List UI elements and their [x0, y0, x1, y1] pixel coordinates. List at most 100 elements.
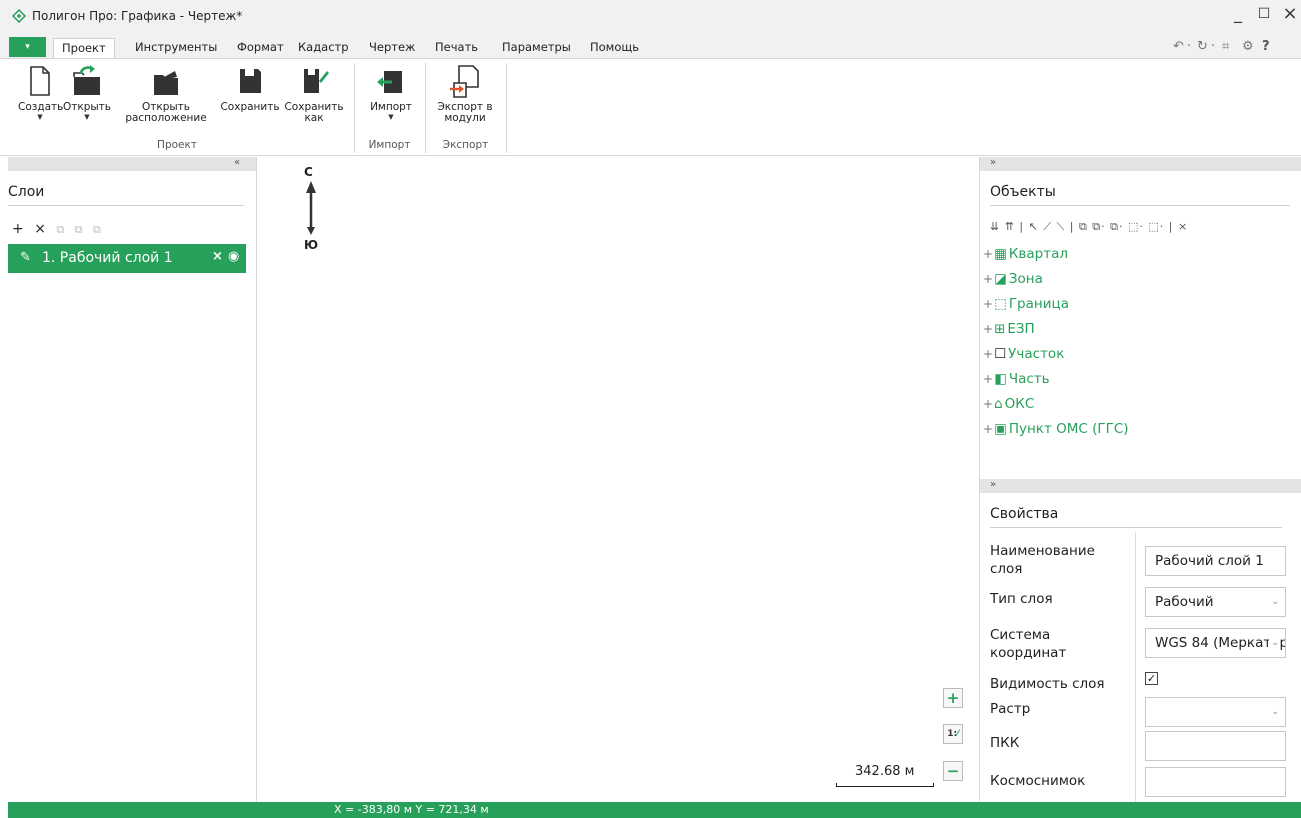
- crs-label: Система координат: [990, 627, 1067, 661]
- tree-item-punkt-oms[interactable]: +▣ Пункт ОМС (ГГС): [983, 421, 1129, 437]
- fit-icon[interactable]: ⌗: [1222, 39, 1229, 54]
- minimize-button[interactable]: _: [1227, 4, 1249, 24]
- zoom-in-button[interactable]: +: [943, 688, 963, 708]
- move-layer-up-icon[interactable]: ⧉: [75, 223, 83, 236]
- tree-item-label: Квартал: [1008, 246, 1068, 262]
- collapse-panel-button[interactable]: «: [234, 157, 240, 169]
- expand-node-icon[interactable]: +: [983, 372, 993, 386]
- expand-properties-button[interactable]: »: [990, 479, 996, 491]
- tree-item-label: Пункт ОМС (ГГС): [1008, 421, 1129, 437]
- part-icon: ◧: [994, 371, 1007, 387]
- import-icon: [377, 71, 402, 93]
- save-button[interactable]: Сохранить: [219, 63, 281, 113]
- visibility-checkbox[interactable]: ✓: [1145, 672, 1158, 685]
- title-bar: Полигон Про: Графика - Чертеж* _ ☐ ×: [0, 0, 1301, 34]
- north-label: С: [304, 165, 313, 179]
- settings-icon[interactable]: ⚙: [1242, 39, 1254, 54]
- separator-dot: ·: [1211, 39, 1216, 54]
- expand-node-icon[interactable]: +: [983, 397, 993, 411]
- pkk-field[interactable]: [1145, 731, 1286, 761]
- tab-cadastre[interactable]: Кадастр: [290, 38, 357, 58]
- tab-project[interactable]: Проект: [53, 38, 115, 59]
- properties-panel-header: »: [980, 479, 1301, 493]
- zone-icon: ◪: [994, 271, 1007, 287]
- save-as-icon: [304, 69, 329, 93]
- tree-item-chast[interactable]: +◧ Часть: [983, 371, 1050, 387]
- layer-name: 1. Рабочий слой 1: [42, 250, 173, 266]
- tab-parameters[interactable]: Параметры: [494, 38, 579, 58]
- tab-help[interactable]: Помощь: [582, 38, 647, 58]
- move-layer-down-icon[interactable]: ⧉: [93, 223, 101, 236]
- layers-panel-header: «: [8, 157, 256, 171]
- visibility-label: Видимость слоя: [990, 676, 1105, 692]
- tree-item-zona[interactable]: +◪ Зона: [983, 271, 1043, 287]
- help-icon[interactable]: ?: [1262, 39, 1270, 54]
- tab-drawing[interactable]: Чертеж: [361, 38, 423, 58]
- delete-layer-icon[interactable]: ×: [34, 221, 46, 237]
- maximize-button[interactable]: ☐: [1253, 6, 1275, 26]
- redo-icon[interactable]: ↻: [1197, 39, 1208, 54]
- raster-label: Растр: [990, 701, 1031, 717]
- save-as-button[interactable]: Сохранить как: [283, 63, 345, 124]
- selection-pointer: [246, 251, 253, 265]
- expand-node-icon[interactable]: +: [983, 272, 993, 286]
- create-button[interactable]: Создать ▼: [18, 63, 64, 121]
- scale-ratio-label: 1:: [947, 729, 958, 739]
- properties-title: Свойства: [990, 506, 1059, 522]
- crs-value: WGS 84 (Меркатор): [1155, 635, 1286, 651]
- pencil-icon: ✎: [20, 250, 31, 265]
- create-label: Создать: [18, 101, 64, 113]
- tree-item-kvartal[interactable]: +▦ Квартал: [983, 246, 1068, 262]
- expand-node-icon[interactable]: +: [983, 297, 993, 311]
- objects-toolbar[interactable]: ⇊ ⇈ | ↖ ⟋ ⟍ | ⧉ ⧉· ⧉· ⬚· ⬚· | ×: [990, 220, 1188, 234]
- ribbon-tabs: ▾ Проект Инструменты Формат Кадастр Черт…: [0, 34, 1301, 59]
- satellite-label: Космоснимок: [990, 773, 1086, 789]
- export-label-2: модули: [444, 112, 486, 124]
- tab-format[interactable]: Формат: [229, 38, 292, 58]
- expand-node-icon[interactable]: +: [983, 247, 993, 261]
- title-underline: [990, 527, 1282, 528]
- layer-type-select[interactable]: Рабочий ⌄: [1145, 587, 1286, 617]
- zoom-out-button[interactable]: −: [943, 761, 963, 781]
- map-canvas[interactable]: [257, 157, 979, 802]
- add-layer-icon[interactable]: +: [12, 221, 24, 237]
- open-button[interactable]: Открыть ▼: [62, 63, 112, 121]
- tree-item-uchastok[interactable]: +☐ Участок: [983, 346, 1064, 362]
- layer-name-field[interactable]: Рабочий слой 1: [1145, 546, 1286, 576]
- tree-item-ezp[interactable]: +⊞ ЕЗП: [983, 321, 1035, 337]
- scale-bar-label: 342.68 м: [855, 764, 915, 779]
- copy-layer-icon[interactable]: ⧉: [56, 223, 64, 236]
- import-button[interactable]: Импорт ▼: [364, 63, 418, 121]
- remove-layer-icon[interactable]: ×: [212, 249, 223, 264]
- undo-icon[interactable]: ↶: [1173, 39, 1184, 54]
- eye-icon[interactable]: ◉: [228, 249, 239, 264]
- chevron-down-icon: ⌄: [1271, 707, 1279, 717]
- objects-panel-header: »: [980, 157, 1301, 171]
- export-icon: [450, 65, 479, 98]
- expand-objects-button[interactable]: »: [990, 157, 996, 169]
- expand-node-icon[interactable]: +: [983, 422, 993, 436]
- tab-print[interactable]: Печать: [427, 38, 486, 58]
- folder-icon: [154, 71, 178, 95]
- raster-select[interactable]: ⌄: [1145, 697, 1286, 727]
- group-separator: [506, 63, 507, 153]
- export-to-modules-button[interactable]: Экспорт в модули: [432, 63, 498, 124]
- scale-ratio-button[interactable]: 1:⁄: [943, 724, 963, 744]
- import-label: Импорт: [370, 101, 412, 113]
- crs-select[interactable]: WGS 84 (Меркатор) ⌄: [1145, 628, 1286, 658]
- title-underline: [990, 205, 1290, 206]
- tree-item-granitsa[interactable]: +⬚ Граница: [983, 296, 1069, 312]
- tab-tools[interactable]: Инструменты: [127, 38, 225, 58]
- tree-item-oks[interactable]: +⌂ ОКС: [983, 396, 1034, 412]
- satellite-field[interactable]: [1145, 767, 1286, 797]
- expand-node-icon[interactable]: +: [983, 347, 993, 361]
- expand-node-icon[interactable]: +: [983, 322, 993, 336]
- layer-item[interactable]: ✎ 1. Рабочий слой 1 × ◉: [8, 244, 253, 273]
- app-menu-button[interactable]: ▾: [9, 37, 46, 57]
- pencil-icon: ⁄: [957, 729, 959, 739]
- close-button[interactable]: ×: [1279, 3, 1301, 24]
- south-label: Ю: [304, 238, 319, 252]
- layer-type-label: Тип слоя: [990, 591, 1053, 607]
- tree-item-label: Зона: [1008, 271, 1043, 287]
- open-location-button[interactable]: Открыть расположение: [116, 63, 216, 124]
